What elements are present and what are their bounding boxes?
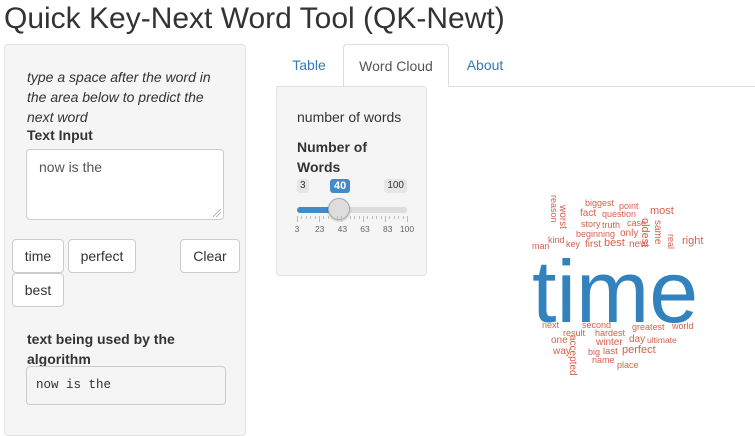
clear-button[interactable]: Clear <box>180 239 240 273</box>
slider-tick-label: 43 <box>337 224 348 234</box>
slider-tick <box>297 216 298 222</box>
tab-word-cloud[interactable]: Word Cloud <box>343 44 449 87</box>
slider-tick <box>345 216 347 219</box>
settings-panel: number of words Number of Words 3 100 40… <box>276 86 427 276</box>
slider-tick <box>367 216 369 219</box>
slider-tick <box>323 216 325 219</box>
tab-table[interactable]: Table <box>276 44 342 87</box>
word-cloud-word: one <box>551 335 568 346</box>
word-cloud-word: first <box>585 239 602 250</box>
word-cloud-word: new <box>629 239 648 250</box>
slider-tick <box>393 216 395 219</box>
text-input-field[interactable]: now is the <box>26 149 224 220</box>
slider-value-label: 40 <box>329 179 351 193</box>
slider-tick-label: 83 <box>382 224 393 234</box>
word-cloud: time biggest point reason worst fact question m… <box>518 190 738 390</box>
word-cloud-word: right <box>682 235 704 247</box>
slider-tick <box>319 216 320 222</box>
word-cloud-word: accepted <box>567 335 578 376</box>
text-input-value[interactable]: now is the <box>39 159 102 175</box>
slider-tick <box>385 216 386 222</box>
slider-tick <box>341 216 342 222</box>
slider-tick <box>336 216 338 219</box>
resize-handle-icon[interactable] <box>213 209 221 217</box>
slider-tick <box>389 216 391 219</box>
slider-tick-label: 23 <box>314 224 325 234</box>
slider-tick <box>305 216 307 219</box>
slider-max-label: 100 <box>384 179 407 193</box>
slider-tick <box>354 216 356 219</box>
word-cloud-word: man <box>532 241 550 251</box>
algorithm-text-output: now is the <box>26 366 226 405</box>
prediction-button-time[interactable]: time <box>12 239 64 273</box>
slider-tick <box>371 216 373 219</box>
slider-tick <box>407 216 408 222</box>
slider-tick <box>301 216 303 219</box>
word-cloud-word: most <box>650 205 674 217</box>
slider-tick <box>310 216 312 219</box>
word-cloud-word: best <box>604 237 625 249</box>
slider-tick-label: 100 <box>399 224 415 234</box>
word-cloud-word: kind <box>548 235 565 245</box>
word-cloud-word: world <box>672 321 694 331</box>
prediction-button-perfect[interactable]: perfect <box>68 239 136 273</box>
word-count-slider[interactable]: 3 100 40 3 23 43 63 83 100 <box>294 179 414 239</box>
word-cloud-word: story <box>581 219 601 229</box>
app-title: Quick Key-Next Word Tool (QK-Newt) <box>4 2 505 35</box>
slider-tick <box>327 216 329 219</box>
slider-tick <box>363 216 364 222</box>
word-cloud-word: fact <box>580 208 597 219</box>
prediction-button-best[interactable]: best <box>12 273 64 307</box>
slider-tick <box>314 216 316 219</box>
slider-tick-label: 3 <box>294 224 300 234</box>
word-cloud-word: biggest <box>585 198 615 208</box>
word-cloud-word: perfect <box>622 344 656 356</box>
slider-tick <box>358 216 360 219</box>
word-cloud-word: same <box>652 220 663 245</box>
slider-tick <box>332 216 334 219</box>
slider-min-label: 3 <box>297 179 309 193</box>
text-input-label: Text Input <box>27 127 93 143</box>
slider-tick <box>380 216 382 219</box>
slider-label: Number of Words <box>297 139 367 175</box>
panel-caption: number of words <box>297 109 402 125</box>
word-cloud-word: next <box>542 320 560 330</box>
instructions-text: type a space after the word in the area … <box>27 69 211 125</box>
algorithm-label: text being used by the algorithm <box>27 331 175 367</box>
word-cloud-word: name <box>592 355 615 365</box>
word-cloud-word: key <box>566 239 581 249</box>
slider-tick <box>376 216 378 219</box>
slider-tick <box>349 216 351 219</box>
word-cloud-word: worst <box>557 205 568 229</box>
word-cloud-word: place <box>617 360 639 370</box>
sidebar-panel: type a space after the word in the area … <box>4 44 246 436</box>
tab-about[interactable]: About <box>450 44 520 87</box>
slider-tick-label: 63 <box>360 224 370 234</box>
word-cloud-word: real <box>666 234 676 250</box>
slider-tick <box>398 216 400 219</box>
word-cloud-word: greatest <box>632 322 665 332</box>
slider-tick <box>402 216 404 219</box>
